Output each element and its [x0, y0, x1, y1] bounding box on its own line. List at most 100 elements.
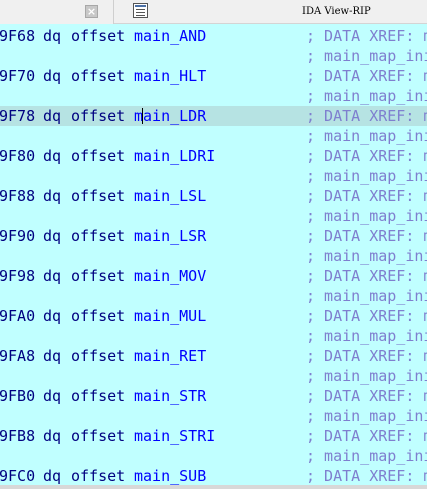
xref-comment[interactable]: ; main_map_ini — [306, 406, 427, 426]
listing-line[interactable]: 9FA8 dq offset main_RET ; DATA XREF: m — [0, 346, 427, 366]
xref-comment-line[interactable]: ; main_map_ini — [0, 46, 427, 66]
address[interactable]: 9F88 — [0, 186, 35, 206]
data-directive: dq — [43, 147, 62, 165]
xref-comment-line[interactable]: ; main_map_ini — [0, 86, 427, 106]
symbol-name[interactable]: main_STRI — [134, 426, 215, 446]
xref-comment-line[interactable]: ; main_map_ini — [0, 326, 427, 346]
address[interactable]: 9FB8 — [0, 426, 35, 446]
xref-comment[interactable]: ; DATA XREF: m — [306, 106, 427, 126]
listing-line[interactable]: 9F88 dq offset main_LSL ; DATA XREF: m — [0, 186, 427, 206]
symbol-name[interactable]: main_LDRI — [134, 146, 215, 166]
operand-keyword: offset — [71, 307, 126, 325]
disassembly-view-icon — [133, 3, 148, 18]
listing-line[interactable]: 9F80 dq offset main_LDRI ; DATA XREF: m — [0, 146, 427, 166]
xref-comment[interactable]: ; main_map_ini — [306, 286, 427, 306]
operand-keyword: offset — [71, 27, 126, 45]
xref-comment[interactable]: ; DATA XREF: m — [306, 226, 427, 246]
data-directive: dq — [43, 467, 62, 485]
data-directive: dq — [43, 347, 62, 365]
operand-keyword: offset — [71, 267, 126, 285]
listing-line[interactable]: 9F68 dq offset main_AND ; DATA XREF: m — [0, 26, 427, 46]
data-directive: dq — [43, 227, 62, 245]
xref-comment[interactable]: ; main_map_ini — [306, 326, 427, 346]
data-directive: dq — [43, 427, 62, 445]
symbol-name[interactable]: main_LSR — [134, 226, 206, 246]
xref-comment[interactable]: ; DATA XREF: m — [306, 146, 427, 166]
listing-line[interactable]: 9F70 dq offset main_HLT ; DATA XREF: m — [0, 66, 427, 86]
symbol-name[interactable]: main_MOV — [134, 266, 206, 286]
xref-comment[interactable]: ; main_map_ini — [306, 86, 427, 106]
symbol-name[interactable]: main_SUB — [134, 466, 206, 486]
listing-line[interactable]: 9FC0 dq offset main_SUB ; DATA XREF: m — [0, 466, 427, 486]
listing-line[interactable]: 9F78 dq offset main_LDR ; DATA XREF: m — [0, 106, 427, 126]
operand-keyword: offset — [71, 347, 126, 365]
symbol-name[interactable]: main_LDR — [134, 106, 206, 126]
data-directive: dq — [43, 187, 62, 205]
disassembly-listing[interactable]: 9F68 dq offset main_AND; DATA XREF: m; main… — [0, 26, 427, 489]
symbol-name[interactable]: main_MUL — [134, 306, 206, 326]
xref-comment-line[interactable]: ; main_map_ini — [0, 406, 427, 426]
listing-line[interactable]: 9F90 dq offset main_LSR ; DATA XREF: m — [0, 226, 427, 246]
operand-keyword: offset — [71, 107, 126, 125]
address[interactable]: 9F90 — [0, 226, 35, 246]
xref-comment-line[interactable]: ; main_map_ini — [0, 246, 427, 266]
xref-comment-line[interactable]: ; main_map_ini — [0, 206, 427, 226]
symbol-name[interactable]: main_HLT — [134, 66, 206, 86]
xref-comment[interactable]: ; DATA XREF: m — [306, 386, 427, 406]
address[interactable]: 9FC0 — [0, 466, 35, 486]
xref-comment-line[interactable]: ; main_map_ini — [0, 126, 427, 146]
xref-comment[interactable]: ; DATA XREF: m — [306, 426, 427, 446]
tab-ida-view-rip[interactable]: IDA View-RIP — [302, 6, 371, 18]
xref-comment[interactable]: ; DATA XREF: m — [306, 306, 427, 326]
data-directive: dq — [43, 387, 62, 405]
address[interactable]: 9F70 — [0, 66, 35, 86]
listing-line[interactable]: 9FB0 dq offset main_STR ; DATA XREF: m — [0, 386, 427, 406]
symbol-name[interactable]: main_STR — [134, 386, 206, 406]
operand-keyword: offset — [71, 67, 126, 85]
listing-line[interactable]: 9FA0 dq offset main_MUL ; DATA XREF: m — [0, 306, 427, 326]
xref-comment[interactable]: ; DATA XREF: m — [306, 466, 427, 486]
operand-keyword: offset — [71, 387, 126, 405]
address[interactable]: 9F78 — [0, 106, 35, 126]
xref-comment[interactable]: ; main_map_ini — [306, 126, 427, 146]
xref-comment[interactable]: ; DATA XREF: m — [306, 346, 427, 366]
listing-line[interactable]: 9F98 dq offset main_MOV ; DATA XREF: m — [0, 266, 427, 286]
data-directive: dq — [43, 67, 62, 85]
data-directive: dq — [43, 307, 62, 325]
xref-comment[interactable]: ; main_map_ini — [306, 166, 427, 186]
xref-comment-line[interactable]: ; main_map_ini — [0, 286, 427, 306]
xref-comment[interactable]: ; DATA XREF: m — [306, 266, 427, 286]
xref-comment[interactable]: ; DATA XREF: m — [306, 66, 427, 86]
symbol-name[interactable]: main_RET — [134, 346, 206, 366]
xref-comment-line[interactable]: ; main_map_ini — [0, 366, 427, 386]
xref-comment[interactable]: ; main_map_ini — [306, 206, 427, 226]
horizontal-scrollbar[interactable] — [0, 485, 427, 489]
tab-strip: × IDA View-RIP — [0, 0, 427, 24]
xref-comment[interactable]: ; DATA XREF: m — [306, 26, 427, 46]
data-directive: dq — [43, 267, 62, 285]
xref-comment[interactable]: ; main_map_ini — [306, 366, 427, 386]
operand-keyword: offset — [71, 187, 126, 205]
data-directive: dq — [43, 27, 62, 45]
xref-comment[interactable]: ; main_map_ini — [306, 46, 427, 66]
symbol-name[interactable]: main_AND — [134, 26, 206, 46]
address[interactable]: 9FA8 — [0, 346, 35, 366]
address[interactable]: 9FB0 — [0, 386, 35, 406]
listing-line[interactable]: 9FB8 dq offset main_STRI ; DATA XREF: m — [0, 426, 427, 446]
close-icon[interactable]: × — [85, 5, 98, 18]
operand-keyword: offset — [71, 467, 126, 485]
symbol-name[interactable]: main_LSL — [134, 186, 206, 206]
data-directive: dq — [43, 107, 62, 125]
xref-comment-line[interactable]: ; main_map_ini — [0, 166, 427, 186]
xref-comment[interactable]: ; main_map_ini — [306, 246, 427, 266]
address[interactable]: 9F98 — [0, 266, 35, 286]
text-cursor — [142, 108, 143, 124]
operand-keyword: offset — [71, 147, 126, 165]
address[interactable]: 9F80 — [0, 146, 35, 166]
xref-comment[interactable]: ; DATA XREF: m — [306, 186, 427, 206]
xref-comment-line[interactable]: ; main_map_ini — [0, 446, 427, 466]
address[interactable]: 9FA0 — [0, 306, 35, 326]
address[interactable]: 9F68 — [0, 26, 35, 46]
xref-comment[interactable]: ; main_map_ini — [306, 446, 427, 466]
tab-previous[interactable]: × — [0, 0, 114, 24]
